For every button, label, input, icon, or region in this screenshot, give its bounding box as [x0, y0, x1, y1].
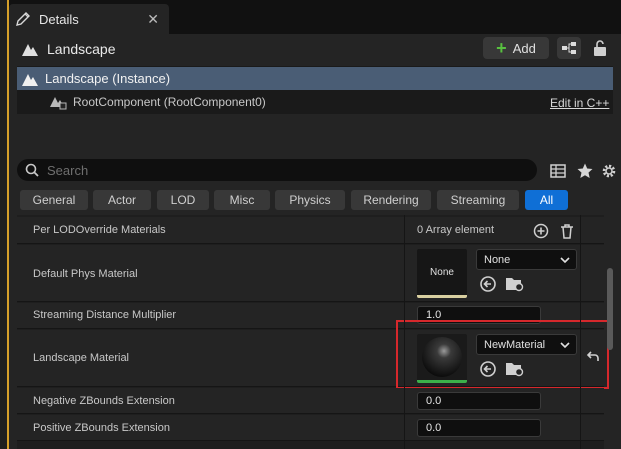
add-element-icon[interactable] — [532, 222, 550, 240]
tree-item-instance[interactable]: Landscape (Instance) — [17, 67, 613, 90]
add-label: Add — [512, 40, 536, 56]
chevron-down-icon — [560, 256, 570, 263]
blueprint-hierarchy-button[interactable] — [557, 37, 581, 59]
left-panel-edge — [0, 0, 9, 449]
browse-folder-icon[interactable] — [505, 275, 525, 293]
search-bar[interactable] — [17, 159, 537, 181]
tab-title: Details — [39, 11, 79, 27]
tree-item-label: Landscape (Instance) — [45, 71, 171, 86]
array-count: 0 Array element — [417, 224, 495, 236]
property-label: Per LODOverride Materials — [33, 224, 166, 236]
category-streaming[interactable]: Streaming — [437, 190, 519, 210]
category-misc[interactable]: Misc — [214, 190, 270, 210]
plus-icon: + — [496, 38, 507, 58]
phys-material-combo[interactable]: None — [476, 249, 577, 270]
category-all[interactable]: All — [525, 190, 568, 210]
category-lod[interactable]: LOD — [157, 190, 209, 210]
category-physics[interactable]: Physics — [275, 190, 345, 210]
phys-material-thumbnail[interactable]: None — [417, 249, 467, 298]
column-divider — [404, 215, 405, 449]
add-component-button[interactable]: + Add — [483, 37, 549, 59]
table-view-icon[interactable] — [549, 162, 567, 180]
highlight-box — [396, 320, 609, 389]
landscape-icon — [22, 73, 38, 86]
landscape-icon — [22, 44, 38, 56]
actor-title: Landscape — [47, 41, 116, 57]
gear-icon[interactable] — [600, 162, 618, 180]
scene-component-icon — [50, 97, 67, 110]
category-actor[interactable]: Actor — [93, 190, 151, 210]
negative-zbounds-field[interactable]: 0.0 — [417, 392, 541, 410]
property-label: Default Phys Material — [33, 268, 138, 280]
property-label: Negative ZBounds Extension — [33, 395, 175, 407]
tree-item-label: RootComponent (RootComponent0) — [73, 95, 266, 109]
category-general[interactable]: General — [20, 190, 88, 210]
tab-details[interactable]: Details ✕ — [9, 4, 169, 34]
pencil-icon — [16, 12, 30, 26]
property-label: Positive ZBounds Extension — [33, 422, 170, 434]
star-icon[interactable] — [576, 162, 594, 180]
positive-zbounds-field[interactable]: 0.0 — [417, 419, 541, 437]
property-label: Streaming Distance Multiplier — [33, 309, 177, 321]
column-divider — [580, 215, 581, 449]
trash-icon[interactable] — [558, 222, 576, 240]
combo-value: None — [484, 253, 511, 266]
hierarchy-icon — [562, 42, 576, 54]
property-label: Landscape Material — [33, 352, 130, 364]
category-rendering[interactable]: Rendering — [351, 190, 431, 210]
scrollbar[interactable] — [607, 268, 613, 350]
edit-in-cpp-link[interactable]: Edit in C++ — [550, 96, 609, 110]
close-tab-icon[interactable]: ✕ — [147, 11, 159, 28]
use-selected-icon[interactable] — [479, 275, 497, 293]
tree-item-rootcomponent[interactable]: RootComponent (RootComponent0) — [17, 91, 613, 113]
lock-icon[interactable] — [592, 38, 608, 58]
search-icon — [25, 163, 39, 177]
search-input[interactable] — [47, 162, 527, 178]
